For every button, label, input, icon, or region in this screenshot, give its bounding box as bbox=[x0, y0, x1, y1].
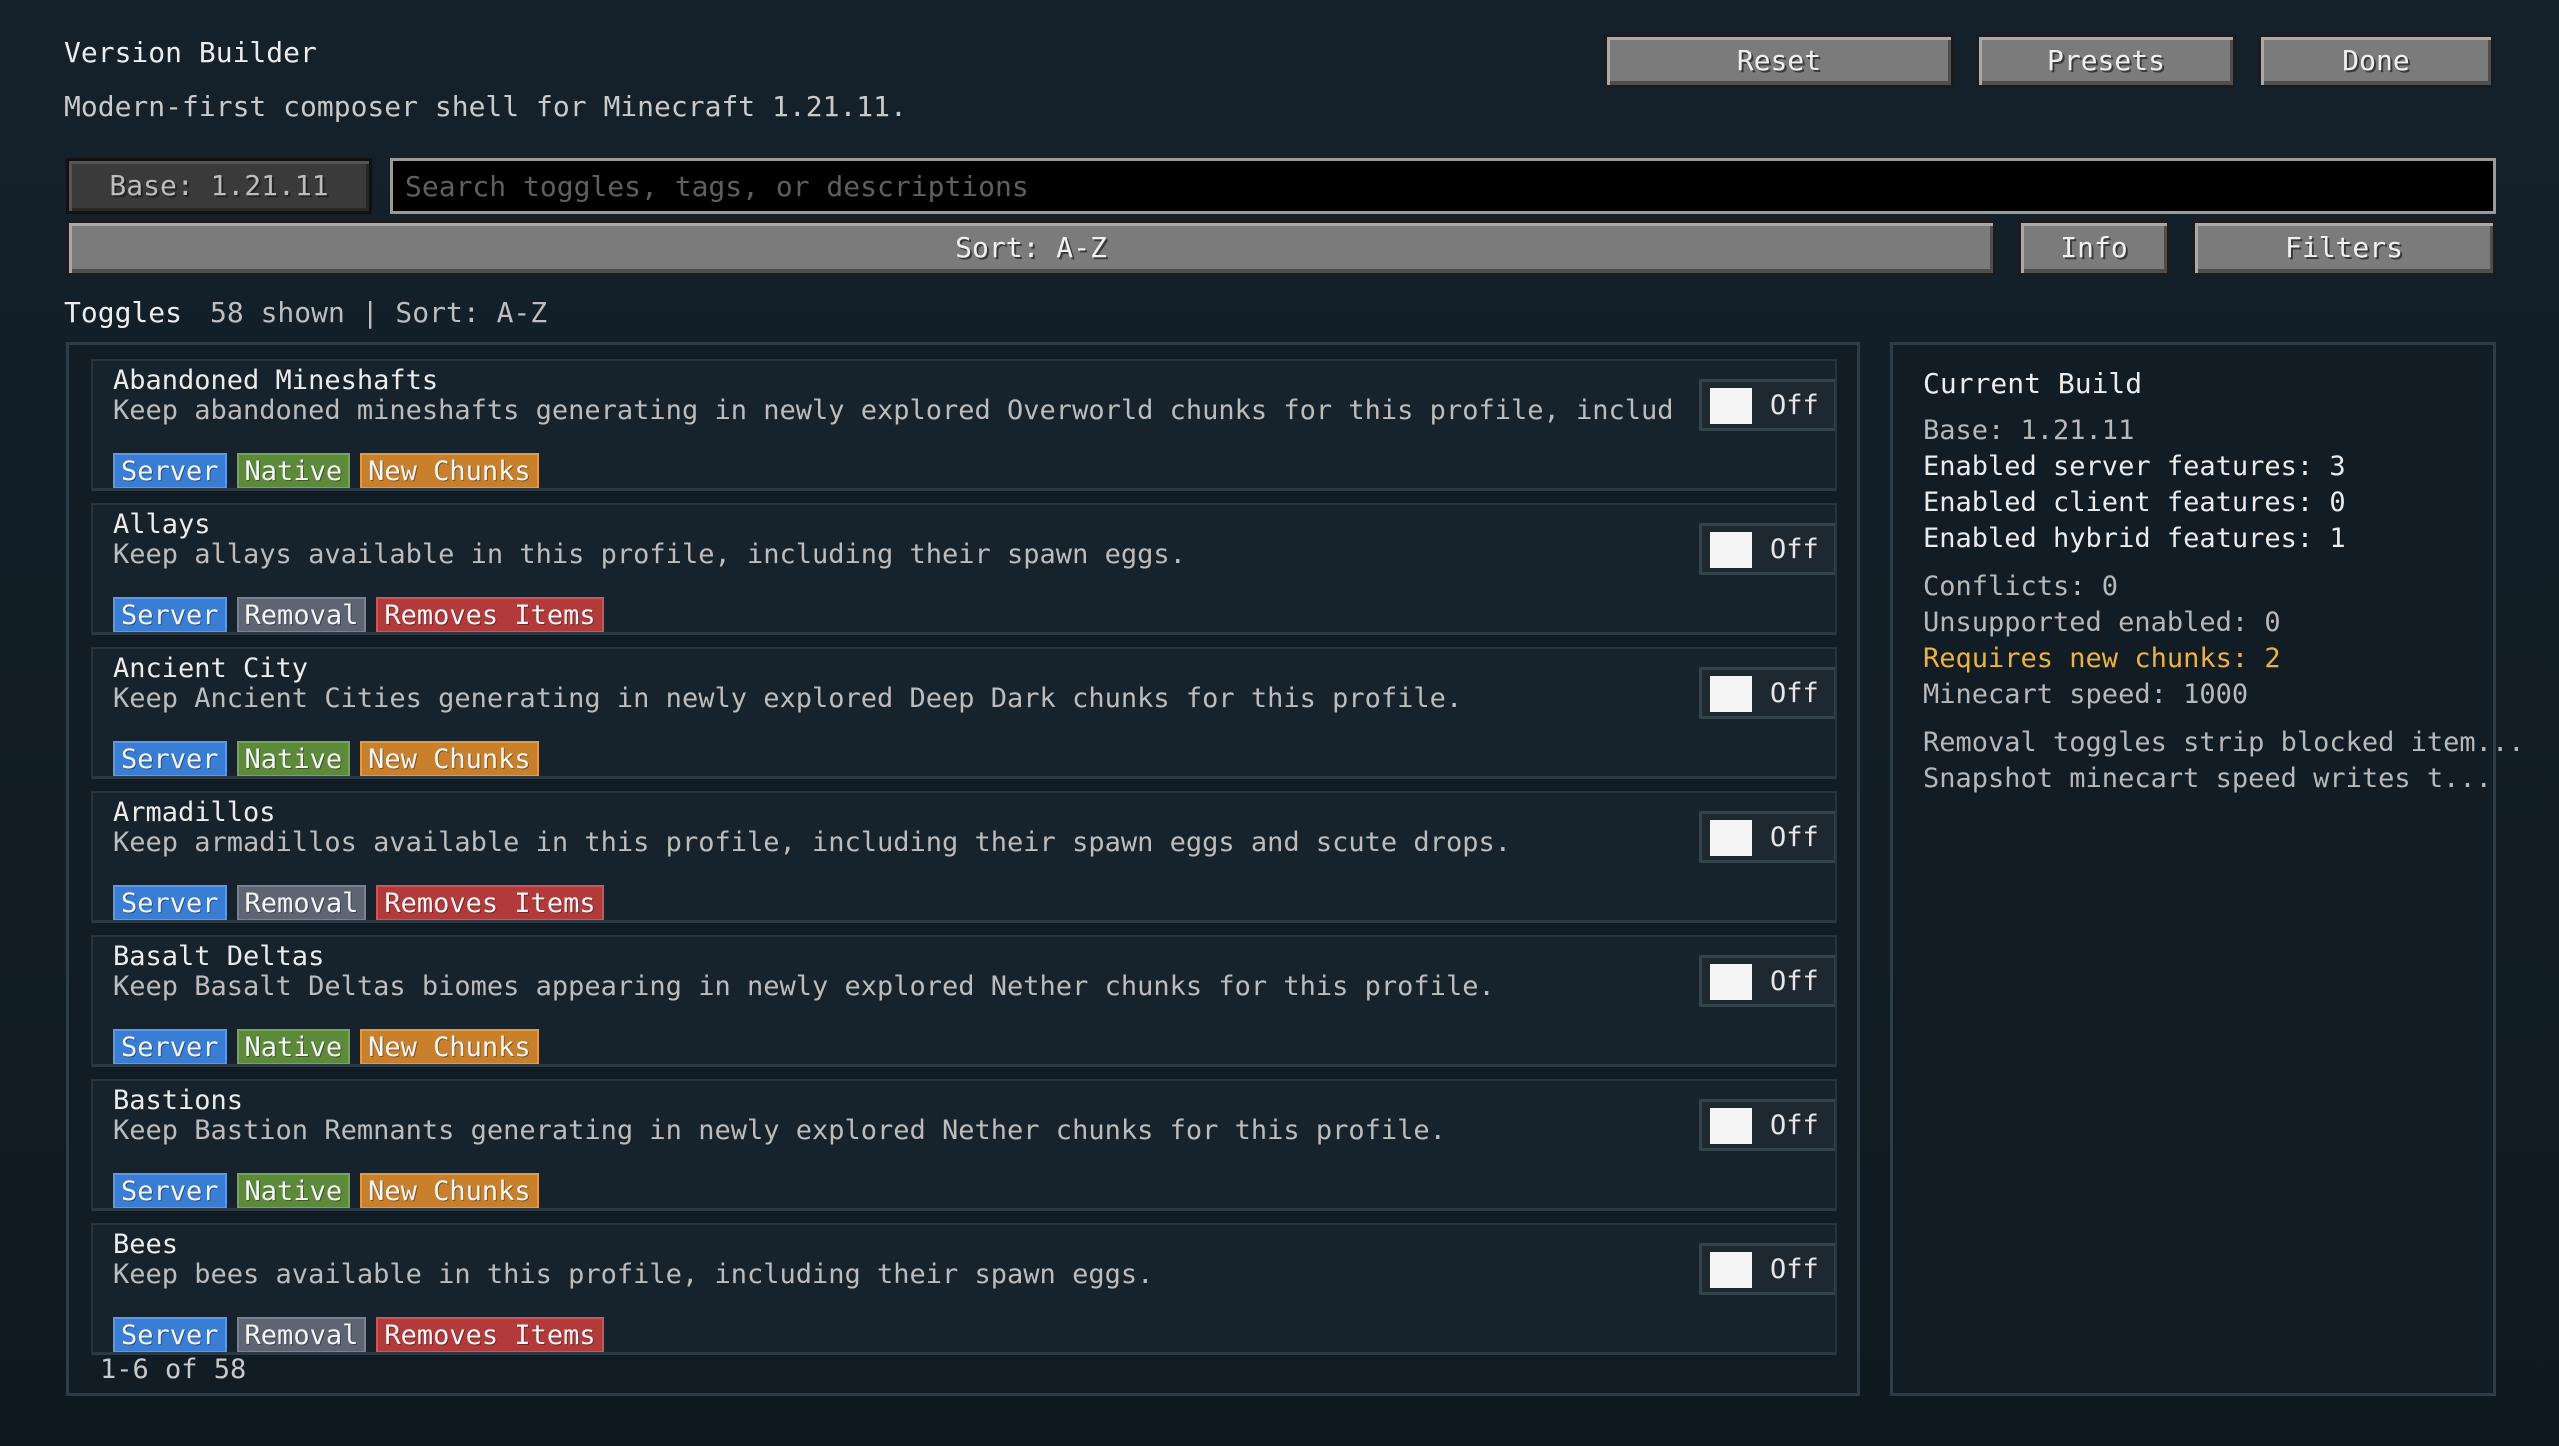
pagination-text: 1-6 of 58 bbox=[100, 1354, 247, 1385]
tag-server: Server bbox=[113, 885, 227, 920]
toggle-knob bbox=[1710, 1108, 1752, 1144]
tag-chunks: New Chunks bbox=[360, 1029, 539, 1064]
toggle-list-panel[interactable]: Abandoned Mineshafts Keep abandoned mines… bbox=[66, 342, 1860, 1396]
build-conflicts: Conflicts: 0 bbox=[1923, 571, 2119, 602]
toggle-switch[interactable]: Off bbox=[1699, 667, 1835, 719]
sort-button[interactable]: Sort: A-Z bbox=[66, 220, 1996, 276]
toggle-state-label: Off bbox=[1770, 822, 1819, 853]
tag-removal: Removal bbox=[236, 1317, 367, 1352]
tag-list: Server Native New Chunks bbox=[113, 741, 539, 776]
toggle-switch[interactable]: Off bbox=[1699, 955, 1835, 1007]
build-minecart-speed: Minecart speed: 1000 bbox=[1923, 679, 2249, 710]
tag-chunks: New Chunks bbox=[360, 1173, 539, 1208]
toggle-knob bbox=[1710, 1252, 1752, 1288]
tag-native: Native bbox=[236, 741, 351, 776]
toggle-title: Basalt Deltas bbox=[113, 941, 325, 972]
toggle-description: Keep armadillos available in this profil… bbox=[113, 827, 1511, 858]
toggle-state-label: Off bbox=[1770, 390, 1819, 421]
toggle-state-label: Off bbox=[1770, 678, 1819, 709]
build-hybrid-features: Enabled hybrid features: 1 bbox=[1923, 523, 2346, 554]
build-note-snapshot: Snapshot minecart speed writes t... bbox=[1923, 763, 2492, 794]
toggle-state-label: Off bbox=[1770, 966, 1819, 997]
toggle-state-label: Off bbox=[1770, 1254, 1819, 1285]
toggle-description: Keep Ancient Cities generating in newly … bbox=[113, 683, 1463, 714]
toggle-title: Bees bbox=[113, 1229, 179, 1260]
toggle-row[interactable]: Bees Keep bees available in this profile,… bbox=[91, 1223, 1837, 1355]
toggle-row[interactable]: Basalt Deltas Keep Basalt Deltas biomes a… bbox=[91, 935, 1837, 1067]
tag-list: Server Native New Chunks bbox=[113, 453, 539, 488]
toggle-switch[interactable]: Off bbox=[1699, 1243, 1835, 1295]
page-subtitle: Modern-first composer shell for Minecraf… bbox=[64, 90, 907, 123]
build-unsupported: Unsupported enabled: 0 bbox=[1923, 607, 2281, 638]
toggle-knob bbox=[1710, 388, 1752, 424]
toggle-description: Keep Bastion Remnants generating in newl… bbox=[113, 1115, 1446, 1146]
toggle-state-label: Off bbox=[1770, 1110, 1819, 1141]
toggle-knob bbox=[1710, 676, 1752, 712]
tag-native: Native bbox=[236, 1173, 351, 1208]
toggle-switch[interactable]: Off bbox=[1699, 523, 1835, 575]
tag-items: Removes Items bbox=[376, 1317, 604, 1352]
tag-chunks: New Chunks bbox=[360, 453, 539, 488]
toggle-knob bbox=[1710, 964, 1752, 1000]
tag-items: Removes Items bbox=[376, 885, 604, 920]
toggle-description: Keep bees available in this profile, inc… bbox=[113, 1259, 1154, 1290]
toggle-knob bbox=[1710, 820, 1752, 856]
toggle-switch[interactable]: Off bbox=[1699, 379, 1835, 431]
tag-server: Server bbox=[113, 1173, 227, 1208]
reset-button[interactable]: Reset bbox=[1604, 34, 1954, 88]
toggle-switch[interactable]: Off bbox=[1699, 1099, 1835, 1151]
build-new-chunks-warning: Requires new chunks: 2 bbox=[1923, 643, 2281, 674]
toggle-row[interactable]: Armadillos Keep armadillos available in t… bbox=[91, 791, 1837, 923]
done-button[interactable]: Done bbox=[2258, 34, 2494, 88]
current-build-title: Current Build bbox=[1923, 367, 2143, 400]
presets-button[interactable]: Presets bbox=[1976, 34, 2236, 88]
tag-items: Removes Items bbox=[376, 597, 604, 632]
tag-list: Server Removal Removes Items bbox=[113, 885, 604, 920]
toggle-row[interactable]: Abandoned Mineshafts Keep abandoned mines… bbox=[91, 359, 1837, 491]
toggle-row[interactable]: Bastions Keep Bastion Remnants generating… bbox=[91, 1079, 1837, 1211]
page-title: Version Builder bbox=[64, 36, 317, 69]
tag-server: Server bbox=[113, 1029, 227, 1064]
toggle-description: Keep abandoned mineshafts generating in … bbox=[113, 395, 1673, 426]
search-input[interactable] bbox=[390, 158, 2496, 214]
tag-server: Server bbox=[113, 597, 227, 632]
build-note-removal: Removal toggles strip blocked item... bbox=[1923, 727, 2525, 758]
filters-button[interactable]: Filters bbox=[2192, 220, 2496, 276]
info-button[interactable]: Info bbox=[2018, 220, 2170, 276]
tag-server: Server bbox=[113, 453, 227, 488]
tag-removal: Removal bbox=[236, 885, 367, 920]
tag-removal: Removal bbox=[236, 597, 367, 632]
toggle-title: Allays bbox=[113, 509, 211, 540]
current-build-panel: Current Build Base: 1.21.11 Enabled serv… bbox=[1890, 342, 2524, 1396]
base-version-button[interactable]: Base: 1.21.11 bbox=[66, 158, 372, 214]
tag-chunks: New Chunks bbox=[360, 741, 539, 776]
tag-server: Server bbox=[113, 1317, 227, 1352]
tag-list: Server Removal Removes Items bbox=[113, 1317, 604, 1352]
tag-list: Server Native New Chunks bbox=[113, 1173, 539, 1208]
toggle-state-label: Off bbox=[1770, 534, 1819, 565]
tag-list: Server Removal Removes Items bbox=[113, 597, 604, 632]
toggle-title: Ancient City bbox=[113, 653, 309, 684]
toggle-title: Abandoned Mineshafts bbox=[113, 365, 439, 396]
toggle-knob bbox=[1710, 532, 1752, 568]
toggle-description: Keep Basalt Deltas biomes appearing in n… bbox=[113, 971, 1495, 1002]
toggle-row[interactable]: Allays Keep allays available in this prof… bbox=[91, 503, 1837, 635]
toggle-title: Armadillos bbox=[113, 797, 276, 828]
build-base: Base: 1.21.11 bbox=[1923, 415, 2135, 446]
toggles-heading: Toggles bbox=[64, 296, 183, 329]
build-client-features: Enabled client features: 0 bbox=[1923, 487, 2346, 518]
tag-list: Server Native New Chunks bbox=[113, 1029, 539, 1064]
tag-native: Native bbox=[236, 1029, 351, 1064]
toggles-count: 58 shown | Sort: A-Z bbox=[210, 296, 548, 329]
tag-native: Native bbox=[236, 453, 351, 488]
toggle-title: Bastions bbox=[113, 1085, 244, 1116]
build-server-features: Enabled server features: 3 bbox=[1923, 451, 2346, 482]
tag-server: Server bbox=[113, 741, 227, 776]
toggle-description: Keep allays available in this profile, i… bbox=[113, 539, 1186, 570]
toggle-row[interactable]: Ancient City Keep Ancient Cities generati… bbox=[91, 647, 1837, 779]
version-builder-screen: Version Builder Modern-first composer sh… bbox=[0, 0, 2559, 1446]
toggle-switch[interactable]: Off bbox=[1699, 811, 1835, 863]
